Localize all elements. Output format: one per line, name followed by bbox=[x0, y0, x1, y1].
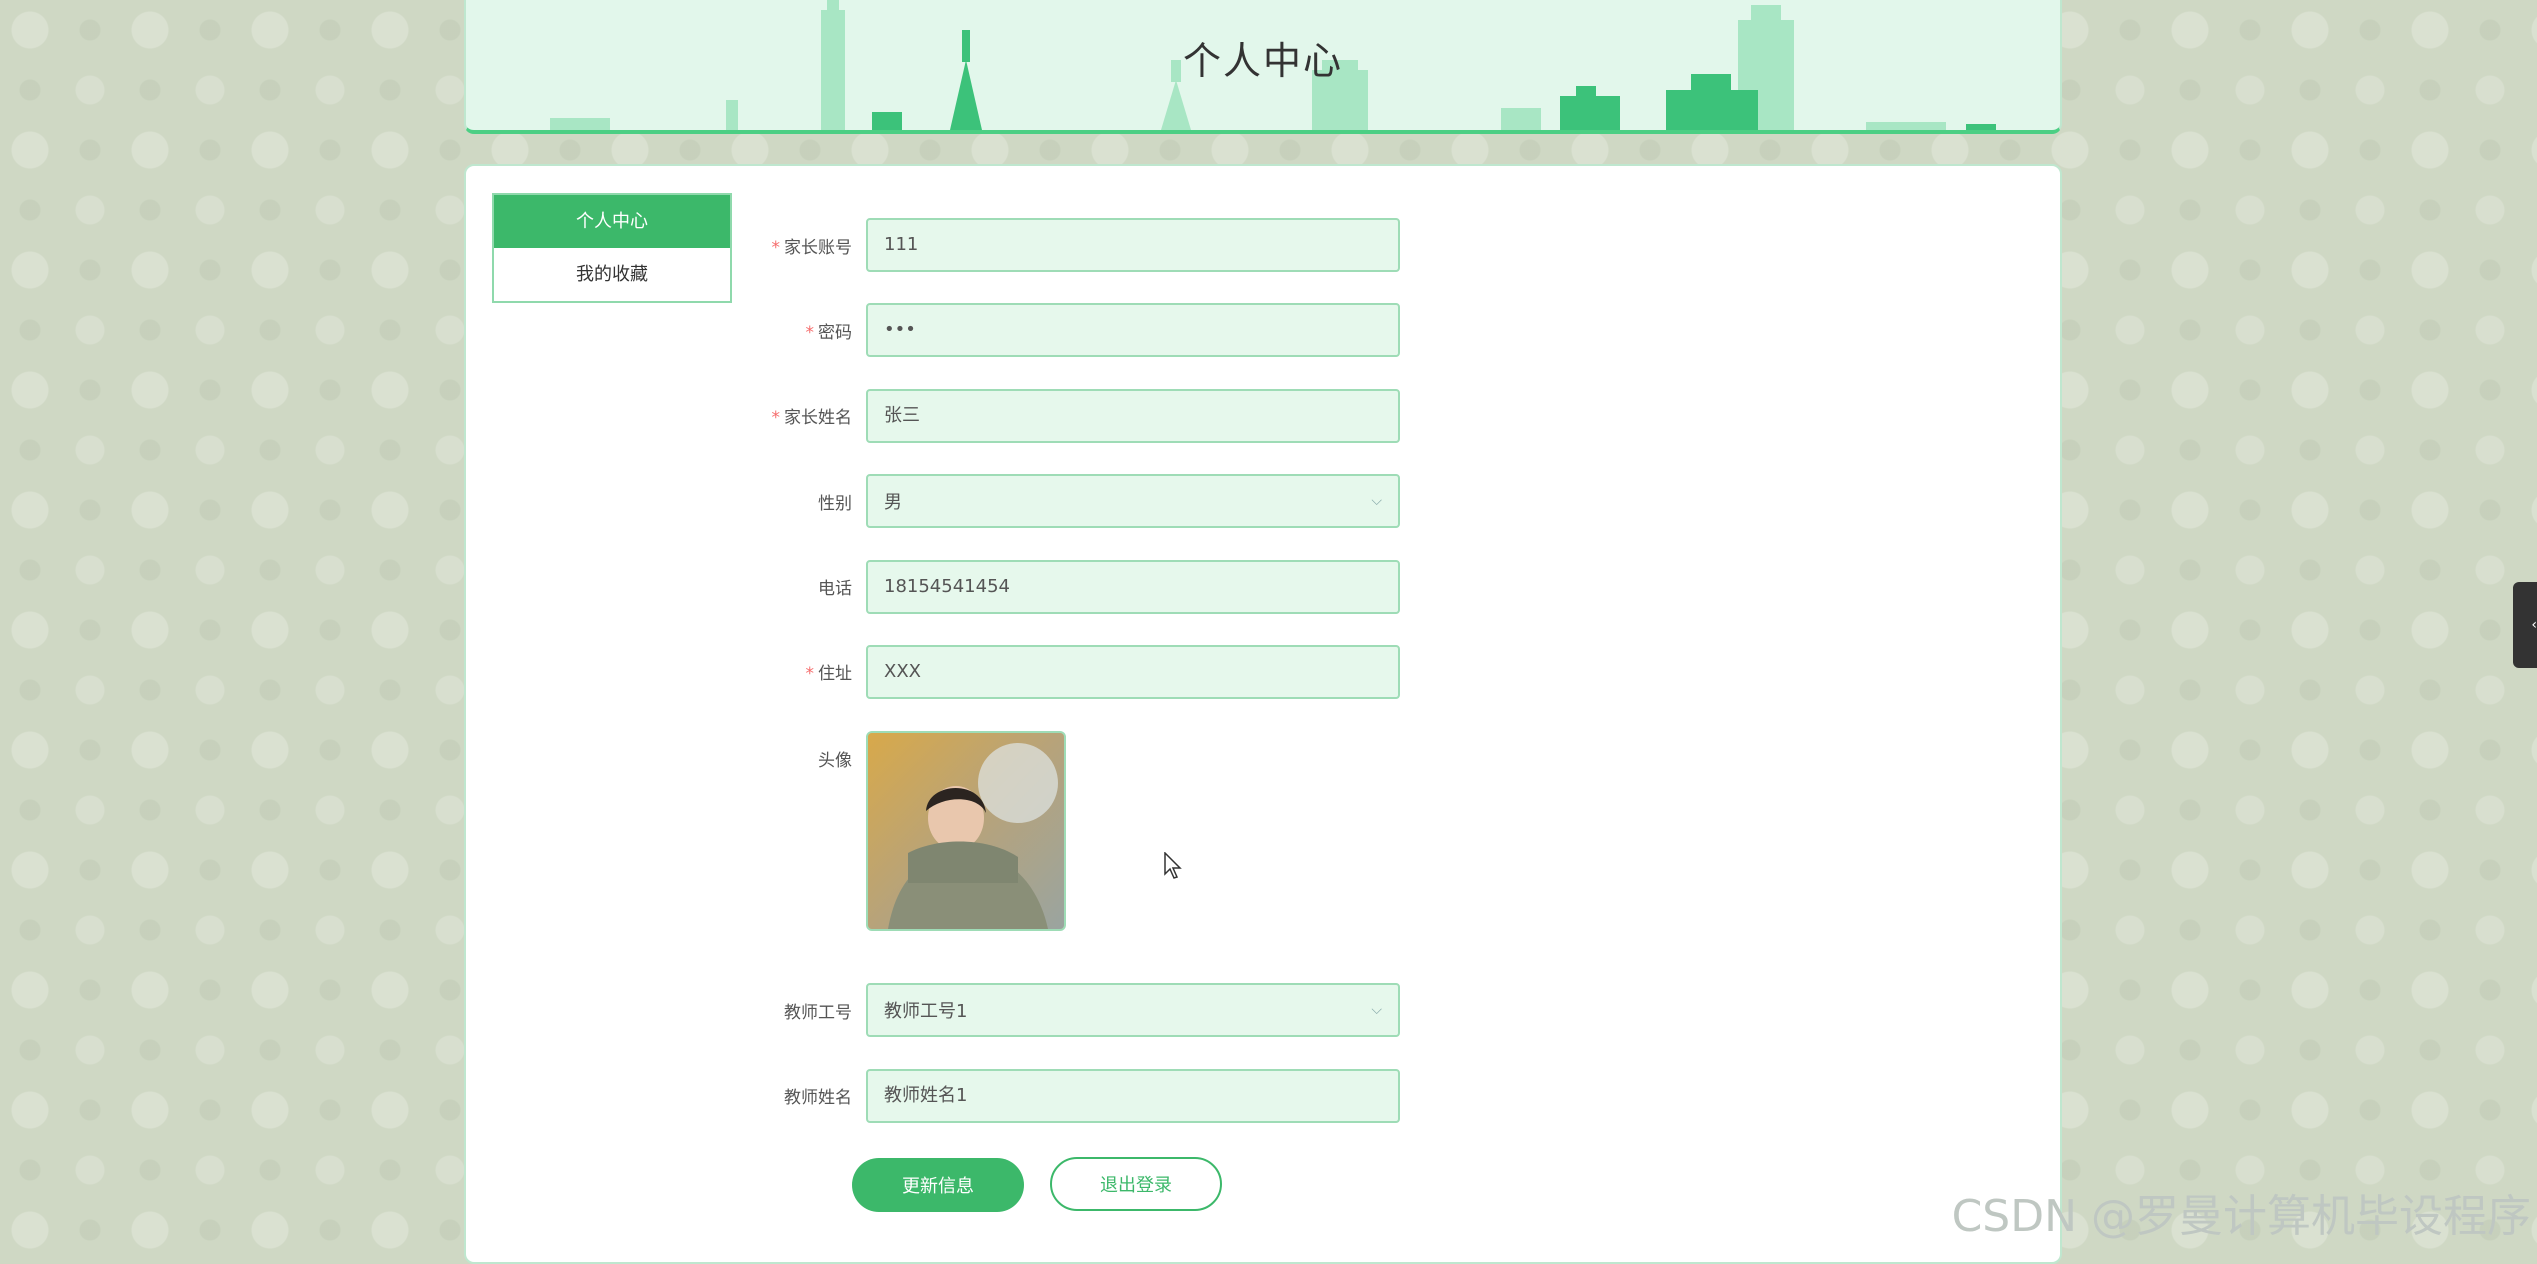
update-info-button[interactable]: 更新信息 bbox=[852, 1158, 1024, 1212]
avatar-upload[interactable] bbox=[866, 731, 1066, 931]
teacher-id-select[interactable]: 教师工号1 ⌵ bbox=[866, 983, 1400, 1037]
password-label: * 密码 bbox=[805, 323, 853, 343]
chevron-down-icon: ⌵ bbox=[1371, 493, 1382, 509]
avatar-label: 头像 bbox=[818, 751, 852, 771]
gender-select[interactable]: 男 ⌵ bbox=[866, 474, 1400, 528]
account-label: * 家长账号 bbox=[771, 238, 853, 258]
gender-label: 性别 bbox=[818, 494, 852, 514]
logout-button[interactable]: 退出登录 bbox=[1050, 1157, 1222, 1211]
teacher-id-value: 教师工号1 bbox=[884, 1001, 968, 1022]
gender-value: 男 bbox=[884, 492, 902, 513]
page-title: 个人中心 bbox=[1182, 39, 1343, 83]
address-input[interactable]: XXX bbox=[866, 645, 1400, 699]
teacher-name-label: 教师姓名 bbox=[784, 1088, 852, 1108]
chevron-down-icon: ⌵ bbox=[1371, 1002, 1382, 1018]
phone-label: 电话 bbox=[818, 579, 852, 599]
header-banner: 个人中心 bbox=[464, 0, 2062, 134]
mouse-cursor-icon bbox=[1164, 852, 1182, 879]
account-input[interactable]: 111 bbox=[866, 218, 1400, 272]
name-label: * 家长姓名 bbox=[771, 408, 853, 428]
address-label: * 住址 bbox=[805, 664, 853, 684]
teacher-name-input[interactable]: 教师姓名1 bbox=[866, 1069, 1400, 1123]
password-input[interactable]: ••• bbox=[866, 303, 1400, 357]
name-input[interactable]: 张三 bbox=[866, 389, 1400, 443]
side-toggle-tab[interactable]: ‹ bbox=[2513, 582, 2537, 668]
watermark: CSDN @罗曼计算机毕设程序 bbox=[1951, 1191, 2531, 1242]
teacher-id-label: 教师工号 bbox=[784, 1003, 852, 1023]
chevron-left-icon: ‹ bbox=[2531, 617, 2537, 633]
phone-input[interactable]: 18154541454 bbox=[866, 560, 1400, 614]
avatar-photo bbox=[868, 733, 1064, 929]
